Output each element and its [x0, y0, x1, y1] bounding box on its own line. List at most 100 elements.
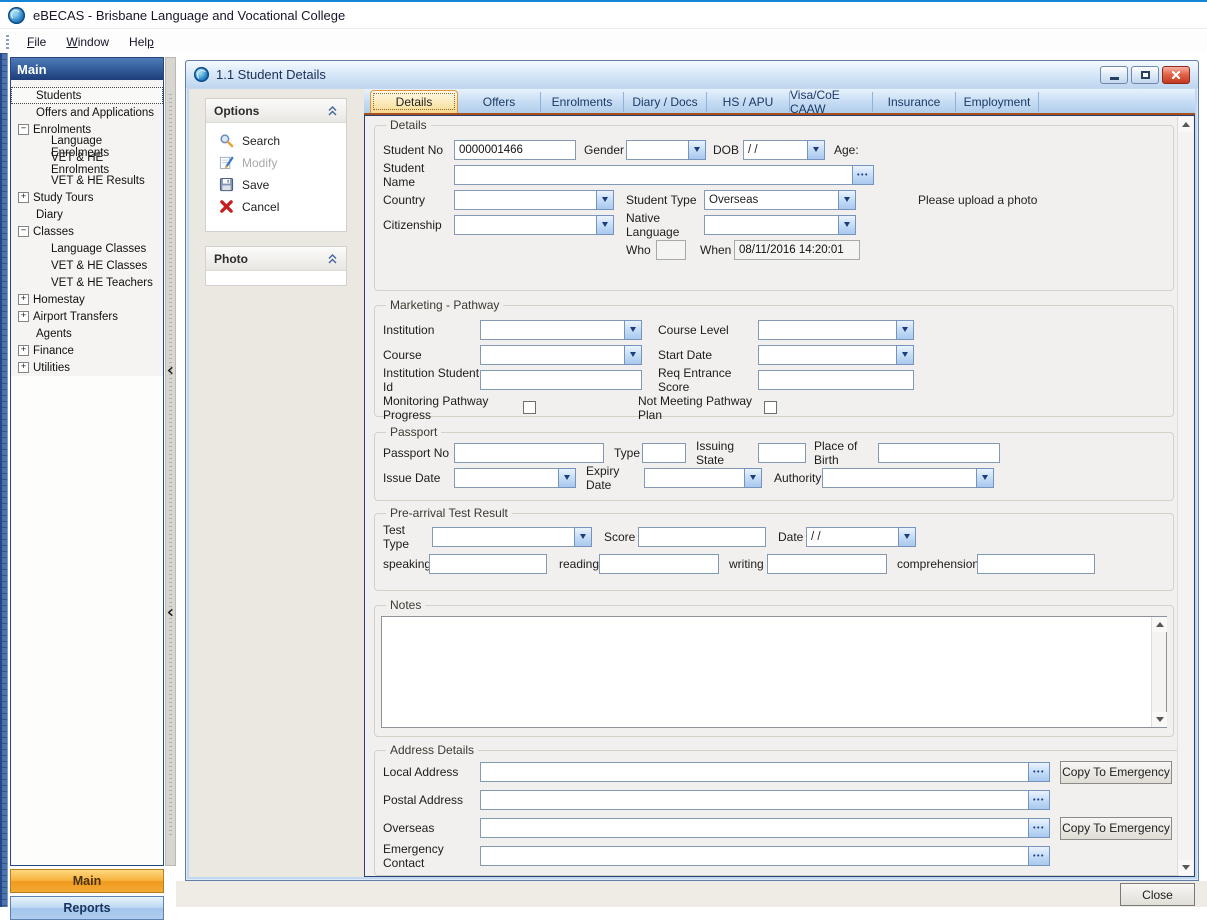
sidebar-item-homestay[interactable]: Homestay [11, 291, 163, 308]
tab-insurance[interactable]: Insurance [873, 92, 956, 112]
institution-select[interactable] [480, 320, 642, 340]
close-window-button[interactable] [1162, 66, 1190, 84]
chevron-down-icon[interactable] [558, 468, 576, 488]
tab-details[interactable]: Details [370, 90, 458, 113]
restore-button[interactable] [1131, 66, 1159, 84]
native-language-select[interactable] [704, 215, 856, 235]
scroll-up-icon[interactable] [1178, 117, 1193, 132]
local-address-input[interactable] [480, 762, 1028, 782]
collapse-icon[interactable] [18, 124, 29, 135]
menu-file[interactable]: File [17, 33, 56, 52]
chevron-down-icon[interactable] [596, 190, 614, 210]
test-date-select[interactable]: / / [806, 527, 916, 547]
sidebar-item-finance[interactable]: Finance [11, 342, 163, 359]
minimize-button[interactable] [1100, 66, 1128, 84]
nav-tab-reports[interactable]: Reports [10, 896, 164, 920]
overseas-address-input[interactable] [480, 818, 1028, 838]
notes-textarea[interactable] [381, 616, 1167, 728]
sidebar-item-vet-he-results[interactable]: VET & HE Results [11, 172, 163, 189]
passport-type-input[interactable] [642, 443, 686, 463]
speaking-input[interactable] [429, 554, 547, 574]
form-scrollbar[interactable] [1177, 117, 1193, 875]
monitoring-pathway-checkbox[interactable] [523, 401, 536, 414]
window-titlebar[interactable]: 1.1 Student Details [186, 61, 1198, 88]
start-date-select[interactable] [758, 345, 914, 365]
options-panel-header[interactable]: Options [206, 99, 346, 123]
expand-icon[interactable] [18, 294, 29, 305]
place-of-birth-input[interactable] [878, 443, 1000, 463]
sidebar-item-vet-he-teachers[interactable]: VET & HE Teachers [11, 274, 163, 291]
chevron-down-icon[interactable] [624, 320, 642, 340]
ellipsis-button[interactable] [1028, 762, 1050, 782]
chevron-down-icon[interactable] [976, 468, 994, 488]
score-input[interactable] [638, 527, 766, 547]
comprehension-input[interactable] [977, 554, 1095, 574]
writing-input[interactable] [767, 554, 887, 574]
req-entrance-score-input[interactable] [758, 370, 914, 390]
issuing-state-input[interactable] [758, 443, 806, 463]
passport-no-input[interactable] [454, 443, 604, 463]
splitter-collapse-icon[interactable] [166, 606, 175, 615]
chevron-down-icon[interactable] [896, 345, 914, 365]
sidebar-item-utilities[interactable]: Utilities [11, 359, 163, 376]
course-level-select[interactable] [758, 320, 914, 340]
sidebar-item-diary[interactable]: Diary [11, 206, 163, 223]
student-no-input[interactable]: 0000001466 [454, 140, 576, 160]
close-button[interactable]: Close [1120, 883, 1195, 906]
not-meeting-pathway-checkbox[interactable] [764, 401, 777, 414]
sidebar-item-study-tours[interactable]: Study Tours [11, 189, 163, 206]
notes-scrollbar[interactable] [1151, 617, 1166, 727]
tab-employment[interactable]: Employment [956, 92, 1039, 112]
sidebar-item-language-classes[interactable]: Language Classes [11, 240, 163, 257]
issue-date-select[interactable] [454, 468, 576, 488]
course-select[interactable] [480, 345, 642, 365]
dock-strip[interactable] [0, 53, 8, 907]
test-type-select[interactable] [432, 527, 592, 547]
dob-select[interactable]: / / [743, 140, 825, 160]
chevron-down-icon[interactable] [624, 345, 642, 365]
chevron-down-icon[interactable] [898, 527, 916, 547]
menu-help[interactable]: Help [119, 33, 164, 52]
tab-hs-apu[interactable]: HS / APU [707, 92, 790, 112]
student-name-input[interactable] [454, 165, 852, 185]
tab-diary-docs[interactable]: Diary / Docs [624, 92, 707, 112]
save-action[interactable]: Save [219, 176, 346, 193]
citizenship-select[interactable] [454, 215, 614, 235]
chevron-down-icon[interactable] [688, 140, 706, 160]
splitter-collapse-icon[interactable] [166, 364, 175, 373]
collapse-panel-icon[interactable] [327, 106, 338, 116]
institution-student-id-input[interactable] [480, 370, 642, 390]
copy-local-to-emergency-button[interactable]: Copy To Emergency [1060, 761, 1172, 784]
copy-overseas-to-emergency-button[interactable]: Copy To Emergency [1060, 817, 1172, 840]
authority-select[interactable] [822, 468, 994, 488]
scroll-down-icon[interactable] [1152, 712, 1167, 727]
nav-tab-main[interactable]: Main [10, 869, 164, 893]
postal-address-input[interactable] [480, 790, 1028, 810]
sidebar-item-vet-he-classes[interactable]: VET & HE Classes [11, 257, 163, 274]
expand-icon[interactable] [18, 345, 29, 356]
collapse-panel-icon[interactable] [327, 254, 338, 264]
ellipsis-button[interactable] [1028, 818, 1050, 838]
modify-action[interactable]: Modify [219, 154, 346, 171]
chevron-down-icon[interactable] [838, 190, 856, 210]
collapse-icon[interactable] [18, 226, 29, 237]
cancel-action[interactable]: Cancel [219, 198, 346, 215]
gender-select[interactable] [626, 140, 706, 160]
tab-offers[interactable]: Offers [458, 92, 541, 112]
ellipsis-button[interactable] [1028, 846, 1050, 866]
tab-visa-coe-caaw[interactable]: Visa/CoE CAAW [790, 92, 873, 112]
expand-icon[interactable] [18, 192, 29, 203]
ellipsis-button[interactable] [852, 165, 874, 185]
sidebar-item-classes[interactable]: Classes [11, 223, 163, 240]
tab-enrolments[interactable]: Enrolments [541, 92, 624, 112]
chevron-down-icon[interactable] [596, 215, 614, 235]
expiry-date-select[interactable] [644, 468, 762, 488]
sidebar-splitter[interactable] [165, 57, 176, 866]
country-select[interactable] [454, 190, 614, 210]
emergency-contact-input[interactable] [480, 846, 1028, 866]
ellipsis-button[interactable] [1028, 790, 1050, 810]
expand-icon[interactable] [18, 311, 29, 322]
menu-window[interactable]: Window [56, 33, 119, 52]
reading-input[interactable] [599, 554, 719, 574]
expand-icon[interactable] [18, 362, 29, 373]
